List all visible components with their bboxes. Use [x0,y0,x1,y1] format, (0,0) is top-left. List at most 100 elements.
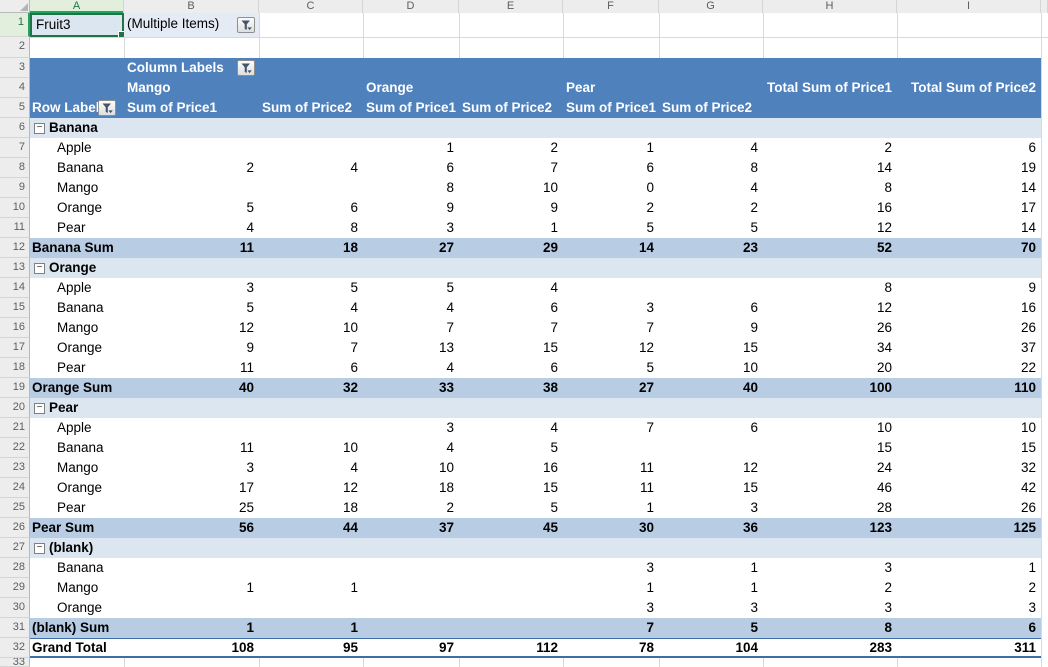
pivot-cell[interactable] [124,558,259,578]
pivot-cell[interactable]: 14 [897,218,1041,238]
column-group-pear[interactable]: Pear [566,78,595,98]
pivot-cell[interactable] [124,418,259,438]
pivot-cell[interactable]: 97 [363,639,459,656]
row-header-7[interactable]: 7 [0,138,30,158]
pivot-cell[interactable]: 40 [124,378,259,398]
pivot-cell[interactable]: 70 [897,238,1041,258]
pivot-cell[interactable] [124,138,259,158]
pivot-row-label[interactable]: Orange Sum [30,378,124,398]
pivot-cell[interactable]: 4 [259,458,363,478]
pivot-cell[interactable]: 10 [659,358,763,378]
pivot-row-label[interactable]: Pear Sum [30,518,124,538]
pivot-cell[interactable]: 25 [124,498,259,518]
pivot-cell[interactable]: 30 [563,518,659,538]
pivot-cell[interactable]: 4 [124,218,259,238]
pivot-cell[interactable]: 2 [363,498,459,518]
pivot-cell[interactable]: 5 [659,618,763,638]
row-header-15[interactable]: 15 [0,298,30,318]
pivot-cell[interactable]: 2 [563,198,659,218]
pivot-cell[interactable]: 2 [763,138,897,158]
pivot-cell[interactable] [459,598,563,618]
column-header-F[interactable]: F [563,0,659,13]
pivot-cell[interactable]: 6 [659,298,763,318]
pivot-cell[interactable]: 5 [363,278,459,298]
pivot-cell[interactable]: 9 [659,318,763,338]
row-header-8[interactable]: 8 [0,158,30,178]
pivot-row-label[interactable]: −Orange [30,258,1041,278]
pivot-cell[interactable]: 29 [459,238,563,258]
pivot-cell[interactable]: 18 [259,498,363,518]
pivot-cell[interactable] [563,438,659,458]
pivot-cell[interactable]: 15 [659,478,763,498]
value-header[interactable]: Sum of Price1 [366,98,456,118]
pivot-cell[interactable]: 3 [897,598,1041,618]
pivot-cell[interactable]: 32 [259,378,363,398]
pivot-cell[interactable] [563,278,659,298]
pivot-cell[interactable]: 44 [259,518,363,538]
row-header-20[interactable]: 20 [0,398,30,418]
pivot-cell[interactable]: 37 [897,338,1041,358]
row-header-17[interactable]: 17 [0,338,30,358]
pivot-cell[interactable]: 3 [563,598,659,618]
pivot-cell[interactable]: 4 [459,418,563,438]
pivot-cell[interactable]: 123 [763,518,897,538]
pivot-cell[interactable]: 36 [659,518,763,538]
pivot-cell[interactable]: 12 [763,298,897,318]
pivot-cell[interactable]: 26 [897,498,1041,518]
pivot-cell[interactable]: 12 [659,458,763,478]
pivot-cell[interactable]: 5 [459,438,563,458]
pivot-cell[interactable]: 18 [259,238,363,258]
pivot-cell[interactable]: 16 [459,458,563,478]
pivot-cell[interactable]: 4 [459,278,563,298]
pivot-cell[interactable]: 11 [563,458,659,478]
pivot-cell[interactable]: 15 [459,338,563,358]
row-header-28[interactable]: 28 [0,558,30,578]
row-header-29[interactable]: 29 [0,578,30,598]
value-header[interactable]: Sum of Price2 [662,98,752,118]
pivot-cell[interactable]: 15 [763,438,897,458]
pivot-cell[interactable]: 8 [259,218,363,238]
pivot-cell[interactable]: 6 [563,158,659,178]
pivot-cell[interactable]: 283 [763,639,897,656]
pivot-cell[interactable]: 6 [459,298,563,318]
pivot-cell[interactable] [659,438,763,458]
pivot-cell[interactable] [659,278,763,298]
column-header-B[interactable]: B [124,0,259,13]
pivot-row-label[interactable]: −Pear [30,398,1041,418]
pivot-cell[interactable]: 5 [124,198,259,218]
row-labels-filter-button[interactable] [98,100,116,116]
pivot-cell[interactable]: 3 [124,278,259,298]
pivot-cell[interactable]: 5 [124,298,259,318]
pivot-cell[interactable]: 6 [259,198,363,218]
pivot-cell[interactable]: 10 [763,418,897,438]
pivot-cell[interactable]: 15 [459,478,563,498]
page-filter-button[interactable] [237,17,255,33]
collapse-icon[interactable]: − [34,543,45,554]
pivot-cell[interactable]: 1 [259,578,363,598]
pivot-cell[interactable]: 3 [124,458,259,478]
pivot-cell[interactable] [259,558,363,578]
column-group-orange[interactable]: Orange [366,78,413,98]
pivot-cell[interactable]: 18 [363,478,459,498]
pivot-cell[interactable]: 10 [897,418,1041,438]
pivot-cell[interactable] [459,578,563,598]
pivot-cell[interactable] [259,598,363,618]
pivot-cell[interactable]: 3 [563,558,659,578]
pivot-cell[interactable]: 3 [659,598,763,618]
row-header-18[interactable]: 18 [0,358,30,378]
pivot-cell[interactable]: 9 [459,198,563,218]
pivot-row-label[interactable]: Apple [30,278,124,298]
pivot-cell[interactable]: 10 [363,458,459,478]
pivot-cell[interactable] [363,598,459,618]
pivot-row-label[interactable]: Banana [30,438,124,458]
pivot-cell[interactable]: 10 [459,178,563,198]
row-header-9[interactable]: 9 [0,178,30,198]
row-header-6[interactable]: 6 [0,118,30,138]
row-header-23[interactable]: 23 [0,458,30,478]
pivot-cell[interactable]: 1 [659,558,763,578]
pivot-cell[interactable] [459,618,563,638]
pivot-cell[interactable]: 1 [563,498,659,518]
pivot-row-label[interactable]: Orange [30,198,124,218]
pivot-cell[interactable]: 28 [763,498,897,518]
value-header[interactable]: Sum of Price1 [127,98,217,118]
